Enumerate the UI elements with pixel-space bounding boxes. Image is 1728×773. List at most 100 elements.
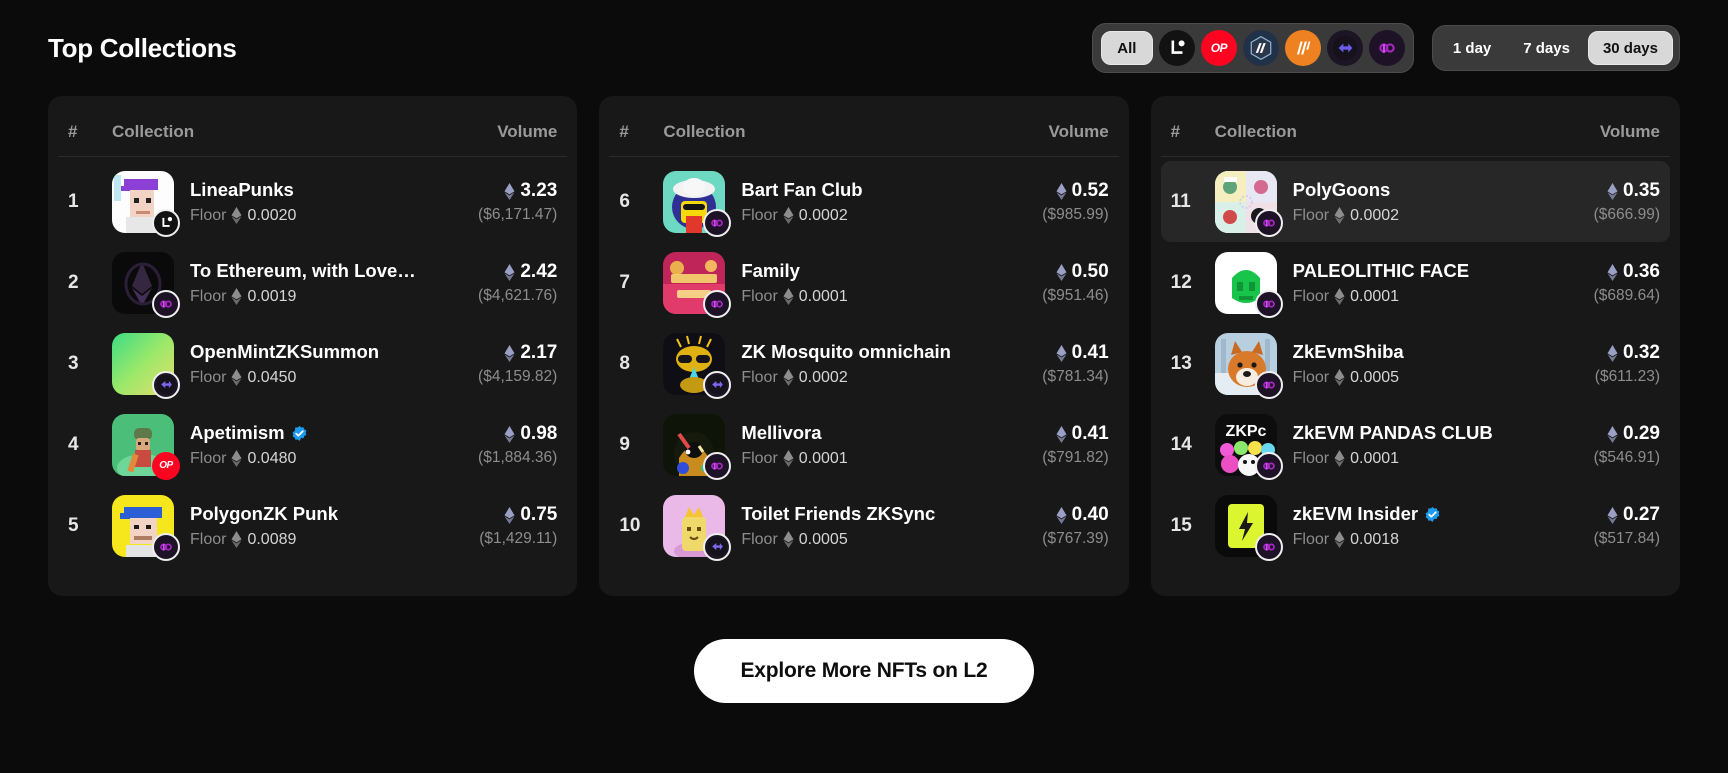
floor-value: 0.0018: [1350, 530, 1400, 548]
time-range-30days[interactable]: 30 days: [1587, 31, 1673, 65]
explore-more-nfts-button[interactable]: Explore More NFTs on L2: [694, 639, 1034, 703]
table-row[interactable]: 6 Bart Fan Club Floor 0.0002 0.52 ($985.99): [609, 161, 1118, 242]
floor-value: 0.0002: [798, 206, 848, 224]
collection-rows: 6 Bart Fan Club Floor 0.0002 0.52 ($985.99) 7 F…: [609, 157, 1118, 566]
polygon-zkevm-logo-icon: [707, 212, 728, 233]
row-rank: 8: [619, 352, 630, 374]
collection-name: PolyGoons: [1292, 179, 1391, 201]
floor-label: Floor: [741, 206, 778, 224]
ethereum-icon: [1334, 450, 1345, 468]
collection-thumbnail: [663, 251, 732, 318]
collection-volume: 0.41 ($791.82): [1032, 422, 1108, 468]
table-row[interactable]: 2 To Ethereum, with Love… Floor 0.0019 2.42 (…: [58, 242, 567, 323]
volume-usd: ($781.34): [1042, 368, 1109, 386]
collection-meta: Bart Fan Club Floor 0.0002: [741, 178, 1032, 225]
collection-name: Bart Fan Club: [741, 179, 863, 201]
collection-floor: Floor 0.0450: [190, 369, 468, 387]
ethereum-icon: [783, 207, 794, 225]
collection-floor: Floor 0.0005: [741, 531, 1032, 549]
time-range-7days[interactable]: 7 days: [1509, 31, 1584, 65]
table-row[interactable]: 10 Toilet Friends ZKSync Floor 0.0005 0.40 ($…: [609, 485, 1118, 566]
collections-column-3: # Collection Volume 11 PolyGoons Floor 0.0002 0…: [1150, 96, 1680, 596]
header-rank: #: [619, 122, 629, 141]
table-row[interactable]: 1 LineaPunks Floor 0.0020 3.23 ($6,171.47): [58, 161, 567, 242]
collection-rows: 1 LineaPunks Floor 0.0020 3.23 ($6,171.47) 2 To…: [58, 157, 567, 566]
floor-label: Floor: [1292, 368, 1330, 386]
chain-filter-arbitrum-icon[interactable]: [1242, 30, 1279, 66]
collection-thumbnail: [663, 332, 732, 399]
arbitrum-nova-logo-icon: [1290, 35, 1316, 61]
chain-badge: [152, 208, 180, 237]
ethereum-icon: [783, 531, 794, 549]
table-row[interactable]: 12 PALEOLITHIC FACE Floor 0.0001 0.36 ($689.6…: [1161, 242, 1670, 323]
time-range-1day[interactable]: 1 day: [1439, 31, 1505, 65]
floor-value: 0.0005: [798, 530, 848, 548]
volume-eth: 0.35: [1594, 179, 1660, 204]
linea-logo-icon: [1171, 40, 1185, 54]
volume-eth: 0.29: [1594, 422, 1660, 447]
volume-usd: ($985.99): [1042, 206, 1109, 224]
chain-filter-zksync-icon[interactable]: [1326, 30, 1363, 66]
row-rank: 11: [1170, 190, 1191, 212]
chain-filter-optimism-icon[interactable]: OP: [1200, 30, 1237, 66]
header-volume: Volume: [1048, 122, 1109, 141]
collection-name: Family: [741, 260, 800, 282]
table-row[interactable]: 15 zkEVM Insider Floor 0.0018 0.27 ($517.84): [1161, 485, 1670, 566]
table-row[interactable]: 11 PolyGoons Floor 0.0002 0.35 ($666.99): [1160, 161, 1670, 242]
verified-badge-icon: [291, 425, 308, 442]
collection-name: ZkEVM PANDAS CLUB: [1292, 422, 1493, 444]
table-row[interactable]: 8 ZK Mosquito omnichain Floor 0.0002 0.41 ($7…: [609, 323, 1118, 404]
ethereum-icon: [504, 425, 515, 443]
collection-name: Mellivora: [741, 422, 822, 444]
table-row[interactable]: 4 OP Apetimism Floor 0.0480 0.98 ($1,884.36): [58, 404, 567, 485]
collection-thumbnail: ZKPc: [1214, 413, 1283, 480]
ethereum-icon: [504, 506, 515, 524]
floor-value: 0.0002: [1350, 206, 1400, 224]
chain-badge: [1254, 208, 1283, 237]
chain-filter-all[interactable]: All: [1100, 31, 1153, 65]
chain-filter-polygon-zkevm-icon[interactable]: [1368, 30, 1405, 66]
ethereum-icon: [1607, 344, 1618, 362]
ethereum-icon: [1607, 425, 1618, 443]
optimism-logo-icon: OP: [159, 460, 173, 471]
collection-thumbnail: OP: [112, 413, 180, 480]
collection-thumbnail: [112, 170, 180, 237]
collection-meta: Mellivora Floor 0.0001: [741, 421, 1032, 468]
svg-text:ZKPc: ZKPc: [1225, 423, 1266, 440]
chain-badge: [1254, 532, 1283, 561]
floor-value: 0.0480: [247, 449, 297, 467]
row-rank: 15: [1170, 514, 1192, 536]
collection-volume: 2.17 ($4,159.82): [468, 341, 557, 387]
collection-floor: Floor 0.0002: [741, 207, 1032, 225]
volume-eth: 0.27: [1594, 503, 1660, 528]
polygon-zkevm-logo-icon: [1258, 536, 1279, 557]
collection-volume: 0.75 ($1,429.11): [469, 503, 557, 549]
volume-usd: ($4,159.82): [478, 368, 558, 386]
collection-thumbnail: [663, 494, 732, 561]
collection-floor: Floor 0.0005: [1293, 369, 1585, 387]
table-row[interactable]: 5 PolygonZK Punk Floor 0.0089 0.75 ($1,429.11…: [58, 485, 567, 566]
table-row[interactable]: 7 Family Floor 0.0001 0.50 ($951.46): [609, 242, 1118, 323]
table-row[interactable]: 3 OpenMintZKSummon Floor 0.0450 2.17 ($4,159.…: [58, 323, 567, 404]
collection-thumbnail: [1214, 251, 1283, 318]
collection-volume: 0.41 ($781.34): [1032, 341, 1108, 387]
table-row[interactable]: 14 ZKPc ZkEVM PANDAS CLUB Floor 0.0001 0.29 ($…: [1161, 404, 1670, 485]
volume-usd: ($4,621.76): [478, 287, 558, 305]
collection-floor: Floor 0.0002: [1293, 207, 1584, 225]
floor-value: 0.0001: [1350, 287, 1400, 305]
page-footer: Explore More NFTs on L2: [48, 596, 1680, 746]
polygon-zkevm-logo-icon: [1258, 212, 1279, 233]
chain-filter-linea-icon[interactable]: [1158, 30, 1195, 66]
collection-volume: 0.27 ($517.84): [1584, 503, 1660, 549]
collection-floor: Floor 0.0001: [741, 450, 1032, 468]
collection-meta: LineaPunks Floor 0.0020: [190, 178, 468, 225]
header-collection: Collection: [1214, 122, 1297, 141]
table-row[interactable]: 13 ZkEvmShiba Floor 0.0005 0.32 ($611.23): [1161, 323, 1670, 404]
floor-value: 0.0019: [247, 287, 297, 305]
volume-eth: 0.75: [479, 503, 557, 528]
volume-usd: ($767.39): [1042, 530, 1109, 548]
collection-thumbnail: [663, 170, 732, 237]
table-row[interactable]: 9 Mellivora Floor 0.0001 0.41 ($791.82): [609, 404, 1118, 485]
chain-filter-arbitrum-nova-icon[interactable]: [1284, 30, 1321, 66]
floor-label: Floor: [190, 206, 227, 224]
